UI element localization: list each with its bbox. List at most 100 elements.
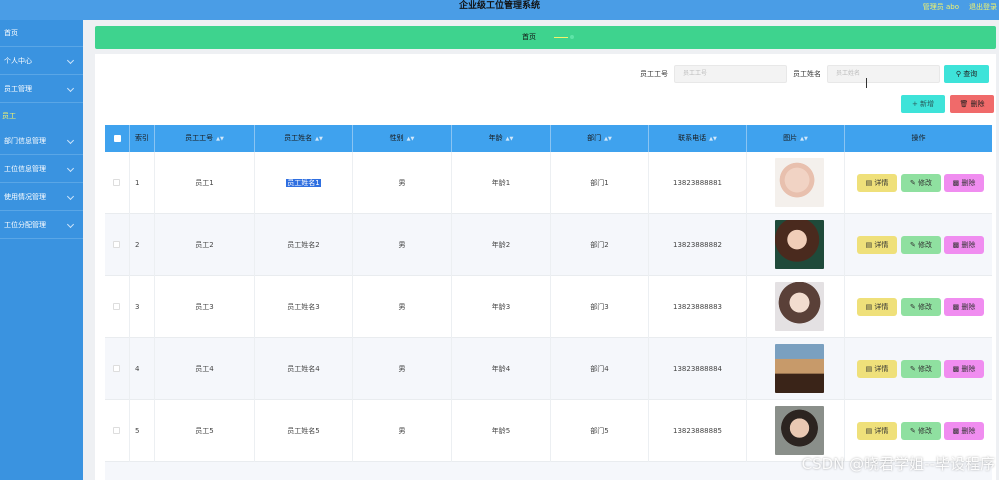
row-select-cell — [105, 338, 130, 400]
trash-icon: 🗑 — [959, 100, 969, 108]
sort-icon[interactable]: ▲▼ — [216, 126, 224, 153]
sidebar-item-workstations[interactable]: 工位信息管理 — [0, 156, 83, 183]
delete-button-label: 删除 — [970, 100, 985, 108]
delete-button-label: 删除 — [961, 241, 976, 249]
sidebar-item-label: 部门信息管理 — [4, 137, 46, 145]
add-button[interactable]: + 新增 — [901, 95, 945, 113]
sidebar-item-allocation[interactable]: 工位分配管理 — [0, 212, 83, 239]
watermark: CSDN @晓君学姐--毕设程序 — [801, 455, 995, 473]
edit-button[interactable]: ✎ 修改 — [901, 236, 941, 254]
delete-button[interactable]: ▩ 删除 — [944, 236, 984, 254]
query-button-label: 查询 — [963, 70, 978, 78]
cell-photo — [747, 276, 845, 338]
detail-button[interactable]: ▤ 详情 — [857, 174, 897, 192]
cell-index: 3 — [130, 276, 155, 338]
detail-button-label: 详情 — [874, 179, 889, 187]
cell-index: 2 — [130, 214, 155, 276]
edit-button[interactable]: ✎ 修改 — [901, 360, 941, 378]
employee-photo[interactable] — [775, 220, 824, 269]
cell-dept: 部门2 — [551, 214, 649, 276]
delete-button[interactable]: ▩ 删除 — [944, 298, 984, 316]
employee-photo[interactable] — [775, 158, 824, 207]
sidebar-item-home[interactable]: 首页 — [0, 20, 83, 47]
sidebar-item-employees[interactable]: 员工管理 — [0, 76, 83, 103]
cell-actions: ▤ 详情 ✎ 修改 ▩ 删除 — [845, 276, 992, 338]
th-label: 联系电话 — [678, 134, 707, 142]
emp-name-label: 员工姓名 — [793, 70, 821, 78]
batch-delete-button[interactable]: 🗑 删除 — [950, 95, 994, 113]
th-age[interactable]: 年龄 ▲▼ — [452, 125, 551, 152]
document-icon: ▤ — [865, 427, 873, 435]
sort-icon[interactable]: ▲▼ — [506, 126, 514, 153]
sort-icon[interactable]: ▲▼ — [800, 126, 808, 153]
cell-gender: 男 — [353, 400, 452, 462]
cell-emp-id: 员工4 — [155, 338, 255, 400]
sort-icon[interactable]: ▲▼ — [709, 126, 717, 153]
row-checkbox[interactable] — [113, 241, 120, 248]
th-label: 图片 — [783, 134, 798, 142]
row-checkbox[interactable] — [113, 303, 120, 310]
detail-button-label: 详情 — [874, 241, 889, 249]
emp-id-input[interactable]: 员工工号 — [674, 65, 787, 83]
pencil-icon: ✎ — [909, 303, 916, 311]
edit-button-label: 修改 — [918, 179, 933, 187]
detail-button[interactable]: ▤ 详情 — [857, 236, 897, 254]
cell-photo — [747, 152, 845, 214]
sort-icon[interactable]: ▲▼ — [604, 126, 612, 153]
th-emp-id[interactable]: 员工工号 ▲▼ — [155, 125, 255, 152]
detail-button[interactable]: ▤ 详情 — [857, 360, 897, 378]
th-dept[interactable]: 部门 ▲▼ — [551, 125, 649, 152]
th-gender[interactable]: 性别 ▲▼ — [353, 125, 452, 152]
cell-phone: 13823888882 — [649, 214, 747, 276]
detail-button[interactable]: ▤ 详情 — [857, 422, 897, 440]
sidebar-subitem-employee[interactable]: 员工 — [0, 108, 83, 124]
employee-photo[interactable] — [775, 406, 824, 455]
admin-label[interactable]: 管理员 abo — [923, 1, 959, 13]
edit-button-label: 修改 — [918, 427, 933, 435]
edit-button-label: 修改 — [918, 241, 933, 249]
document-icon: ▤ — [865, 241, 873, 249]
detail-button[interactable]: ▤ 详情 — [857, 298, 897, 316]
row-checkbox[interactable] — [113, 179, 120, 186]
edit-button[interactable]: ✎ 修改 — [901, 422, 941, 440]
delete-button-label: 删除 — [961, 427, 976, 435]
row-checkbox[interactable] — [113, 365, 120, 372]
cell-actions: ▤ 详情 ✎ 修改 ▩ 删除 — [845, 152, 992, 214]
employee-photo[interactable] — [775, 344, 824, 393]
cell-gender: 男 — [353, 338, 452, 400]
table-header: 索引 员工工号 ▲▼ 员工姓名 ▲▼ 性别 ▲▼ 年龄 ▲▼ 部门 ▲▼ 联系电话 ▲▼ 图… — [105, 125, 992, 152]
sidebar-item-departments[interactable]: 部门信息管理 — [0, 128, 83, 155]
delete-button-label: 删除 — [961, 365, 976, 373]
select-all-checkbox[interactable] — [114, 135, 121, 142]
cell-dept: 部门5 — [551, 400, 649, 462]
query-button[interactable]: ⚲ 查询 — [944, 65, 989, 83]
detail-button-label: 详情 — [874, 427, 889, 435]
emp-name-input[interactable]: 员工姓名 — [827, 65, 940, 83]
edit-button-label: 修改 — [918, 365, 933, 373]
sort-icon[interactable]: ▲▼ — [407, 126, 415, 153]
cell-actions: ▤ 详情 ✎ 修改 ▩ 删除 — [845, 214, 992, 276]
cell-age: 年龄5 — [452, 400, 551, 462]
cell-index: 1 — [130, 152, 155, 214]
sort-icon[interactable]: ▲▼ — [315, 126, 323, 153]
delete-button[interactable]: ▩ 删除 — [944, 360, 984, 378]
edit-button[interactable]: ✎ 修改 — [901, 174, 941, 192]
cell-dept: 部门1 — [551, 152, 649, 214]
delete-button[interactable]: ▩ 删除 — [944, 174, 984, 192]
employee-photo[interactable] — [775, 282, 824, 331]
row-checkbox[interactable] — [113, 427, 120, 434]
chevron-down-icon — [66, 56, 75, 65]
sidebar-item-usage[interactable]: 使用情况管理 — [0, 184, 83, 211]
th-phone[interactable]: 联系电话 ▲▼ — [649, 125, 747, 152]
trash-icon: ▩ — [952, 179, 960, 187]
selected-text: 员工姓名1 — [286, 179, 321, 187]
delete-button[interactable]: ▩ 删除 — [944, 422, 984, 440]
sidebar-item-profile[interactable]: 个人中心 — [0, 48, 83, 75]
cell-emp-name: 员工姓名1 — [255, 152, 353, 214]
logout-link[interactable]: 退出登录 — [969, 1, 997, 13]
th-emp-name[interactable]: 员工姓名 ▲▼ — [255, 125, 353, 152]
breadcrumb-home[interactable]: 首页 — [522, 26, 536, 49]
th-photo[interactable]: 图片 ▲▼ — [747, 125, 845, 152]
edit-button[interactable]: ✎ 修改 — [901, 298, 941, 316]
th-label: 年龄 — [488, 134, 503, 142]
